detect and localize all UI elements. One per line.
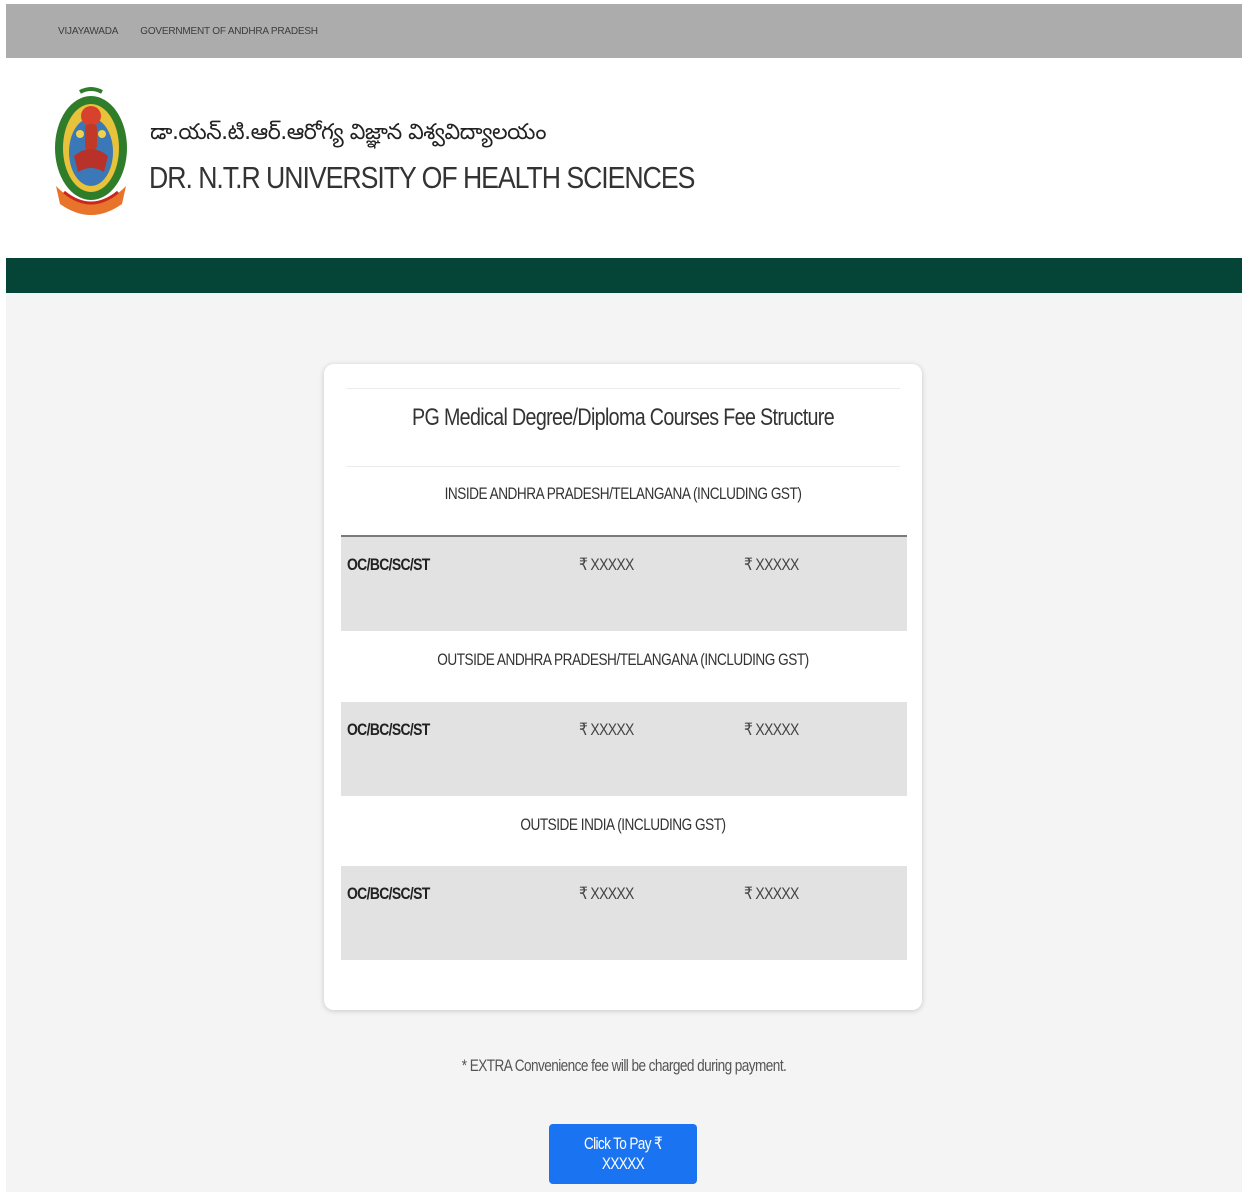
section-title-inside-ap: INSIDE ANDHRA PRADESH/TELANGANA (INCLUDI… bbox=[444, 484, 802, 503]
fee-amount: ₹ XXXXX bbox=[744, 720, 799, 739]
fee-row: OC/BC/SC/ST ₹ XXXXX ₹ XXXXX bbox=[341, 702, 907, 796]
topbar-city-link[interactable]: VIJAYAWADA bbox=[58, 26, 118, 37]
fee-row: OC/BC/SC/ST ₹ XXXXX ₹ XXXXX bbox=[341, 537, 907, 631]
divider bbox=[346, 466, 900, 467]
pay-button[interactable]: Click To Pay ₹ XXXXX bbox=[549, 1124, 697, 1184]
site-header: డా.యన్.టి.ఆర్.ఆరోగ్య విజ్ఞాన విశ్వవిద్యా… bbox=[6, 58, 1242, 258]
fee-amount: ₹ XXXXX bbox=[579, 555, 634, 574]
top-bar: VIJAYAWADA GOVERNMENT OF ANDHRA PRADESH bbox=[6, 4, 1242, 58]
fee-category: OC/BC/SC/ST bbox=[347, 555, 430, 574]
fee-category: OC/BC/SC/ST bbox=[347, 720, 430, 739]
divider bbox=[346, 388, 900, 389]
university-emblem-icon[interactable] bbox=[50, 86, 132, 218]
page: VIJAYAWADA GOVERNMENT OF ANDHRA PRADESH … bbox=[6, 4, 1242, 1192]
convenience-fee-note: * EXTRA Convenience fee will be charged … bbox=[461, 1056, 787, 1075]
pay-button-label: Click To Pay ₹ XXXXX bbox=[583, 1134, 663, 1173]
fee-row: OC/BC/SC/ST ₹ XXXXX ₹ XXXXX bbox=[341, 866, 907, 960]
university-name-english: DR. N.T.R UNIVERSITY OF HEALTH SCIENCES bbox=[149, 160, 695, 195]
nav-strip bbox=[6, 258, 1242, 293]
university-name-telugu: డా.యన్.టి.ఆర్.ఆరోగ్య విజ్ఞాన విశ్వవిద్యా… bbox=[150, 120, 547, 145]
fee-amount: ₹ XXXXX bbox=[579, 720, 634, 739]
card-title: PG Medical Degree/Diploma Courses Fee St… bbox=[412, 404, 835, 431]
fee-structure-card: PG Medical Degree/Diploma Courses Fee St… bbox=[324, 364, 922, 1010]
fee-category: OC/BC/SC/ST bbox=[347, 884, 430, 903]
fee-amount: ₹ XXXXX bbox=[744, 555, 799, 574]
section-title-outside-india: OUTSIDE INDIA (INCLUDING GST) bbox=[520, 815, 726, 834]
section-title-outside-ap: OUTSIDE ANDHRA PRADESH/TELANGANA (INCLUD… bbox=[437, 650, 809, 669]
topbar-government-link[interactable]: GOVERNMENT OF ANDHRA PRADESH bbox=[140, 26, 318, 37]
fee-amount: ₹ XXXXX bbox=[744, 884, 799, 903]
fee-amount: ₹ XXXXX bbox=[579, 884, 634, 903]
